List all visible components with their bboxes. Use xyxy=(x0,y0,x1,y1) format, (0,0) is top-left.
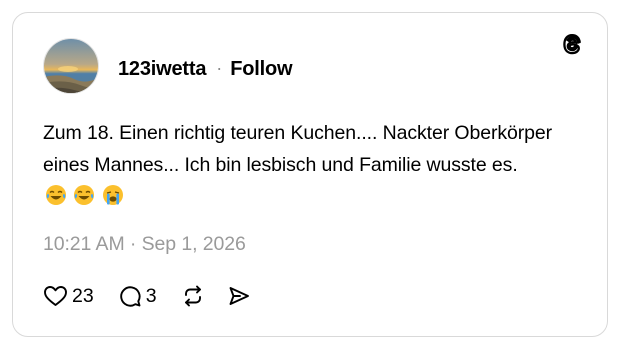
joy-emoji-icon xyxy=(46,185,66,205)
like-button[interactable]: 23 xyxy=(43,284,94,308)
username[interactable]: 123iwetta xyxy=(118,58,206,81)
avatar[interactable] xyxy=(43,38,99,94)
sob-emoji-icon xyxy=(102,185,123,205)
action-bar: 23 3 xyxy=(43,282,251,310)
like-count: 23 xyxy=(72,284,94,307)
repost-icon xyxy=(184,285,201,307)
threads-logo-icon[interactable] xyxy=(559,31,585,57)
heart-icon xyxy=(44,286,67,306)
reply-button[interactable]: 3 xyxy=(118,284,157,308)
joy-emoji-icon xyxy=(74,185,95,205)
post-body: Zum 18. Einen richtig teuren Kuchen.... … xyxy=(43,122,553,176)
separator-dot: · xyxy=(216,57,223,78)
follow-button[interactable]: Follow xyxy=(230,58,292,81)
reply-count: 3 xyxy=(145,284,157,307)
comment-icon xyxy=(119,286,141,307)
threads-post-card: 123iwetta · Follow Zum 18. Einen richtig… xyxy=(12,12,608,337)
share-button[interactable] xyxy=(227,284,251,308)
post-header: 123iwetta · Follow xyxy=(118,57,293,81)
post-text: Zum 18. Einen richtig teuren Kuchen.... … xyxy=(43,118,573,217)
emoji-group xyxy=(45,184,125,217)
send-icon xyxy=(229,287,249,305)
post-timestamp[interactable]: 10:21 AM · Sep 1, 2026 xyxy=(43,233,246,256)
repost-button[interactable] xyxy=(181,284,205,308)
